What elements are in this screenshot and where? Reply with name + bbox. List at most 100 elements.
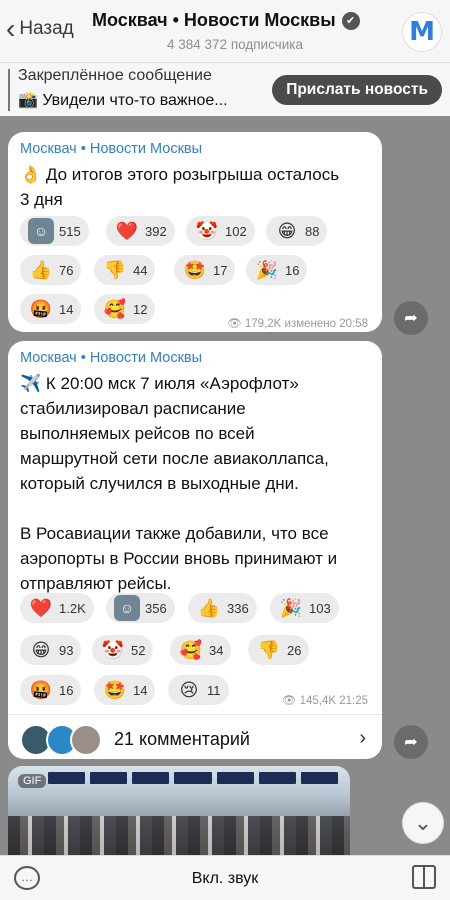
comments-label: 21 комментарий bbox=[114, 729, 250, 749]
reaction-chip[interactable]: 🤩 14 bbox=[94, 675, 156, 705]
reaction-count: 103 bbox=[309, 600, 331, 616]
user-face-icon: ☺ bbox=[114, 595, 140, 621]
departure-boards bbox=[48, 772, 338, 784]
message-text: ✈️ К 20:00 мск 7 июля «Аэрофлот» стабили… bbox=[20, 374, 338, 593]
thumbs-down-icon: 👎 bbox=[103, 259, 127, 280]
angry-face-icon: 🤬 bbox=[29, 679, 53, 700]
reaction-chip[interactable]: 👍 336 bbox=[188, 593, 257, 623]
gift-icon[interactable] bbox=[412, 865, 436, 889]
channel-title-text: Москвач • Новости Москвы bbox=[92, 10, 336, 30]
reaction-count: 44 bbox=[133, 262, 148, 278]
reaction-chip[interactable]: ❤️ 1.2K bbox=[20, 593, 94, 623]
gif-media[interactable]: GIF bbox=[8, 766, 350, 856]
pinned-message[interactable]: Закреплённое сообщение 📸 Увидели что-то … bbox=[0, 62, 450, 116]
bottom-bar: … Вкл. звук bbox=[0, 855, 450, 900]
reaction-chip[interactable]: 👍 76 bbox=[20, 255, 82, 285]
reaction-chip[interactable]: 😢 11 bbox=[168, 675, 229, 705]
chevron-down-icon: ⌄ bbox=[413, 810, 433, 835]
thumbs-up-icon: 👍 bbox=[197, 597, 221, 618]
message-text: 👌 До итогов этого розыгрыша осталось 3 д… bbox=[20, 165, 340, 209]
star-struck-icon: 🤩 bbox=[103, 679, 127, 700]
pinned-bar bbox=[8, 69, 10, 111]
send-news-button[interactable]: Прислать новость bbox=[272, 75, 442, 105]
reaction-chip[interactable]: 👎 26 bbox=[248, 635, 310, 665]
message-bubble: Москвач • Новости Москвы 👌 До итогов это… bbox=[8, 132, 382, 332]
message-meta: 👁 179,2K изменено 20:58 bbox=[227, 318, 368, 330]
party-popper-icon: 🎉 bbox=[255, 259, 279, 280]
star-struck-icon: 🤩 bbox=[183, 259, 207, 280]
message-sender[interactable]: Москвач • Новости Москвы bbox=[20, 141, 202, 157]
reaction-chip[interactable]: 🎉 103 bbox=[270, 593, 339, 623]
clown-icon: 🤡 bbox=[101, 639, 125, 660]
reaction-chip[interactable]: 🤬 16 bbox=[20, 675, 82, 705]
reaction-count: 515 bbox=[59, 223, 81, 239]
clown-icon: 🤡 bbox=[195, 220, 219, 241]
reaction-count: 93 bbox=[59, 642, 74, 658]
message-sender[interactable]: Москвач • Новости Москвы bbox=[20, 350, 202, 366]
pinned-title: Закреплённое сообщение bbox=[18, 67, 212, 84]
angry-face-icon: 🤬 bbox=[29, 298, 53, 319]
reaction-count: 392 bbox=[145, 223, 167, 239]
message-meta: 👁 145,4K 21:25 bbox=[281, 695, 368, 707]
message-bubble: Москвач • Новости Москвы ✈️ К 20:00 мск … bbox=[8, 341, 382, 759]
forward-button[interactable]: ➦ bbox=[394, 301, 428, 335]
reaction-chip[interactable]: 😁 93 bbox=[20, 635, 82, 665]
reaction-count: 76 bbox=[59, 262, 74, 278]
comments-row[interactable]: 21 комментарий › bbox=[8, 714, 382, 766]
reaction-count: 26 bbox=[287, 642, 302, 658]
heart-icon: ❤️ bbox=[115, 220, 139, 241]
reaction-count: 14 bbox=[133, 682, 148, 698]
reaction-chip[interactable]: 🥰 12 bbox=[94, 294, 156, 324]
thumbs-down-icon: 👎 bbox=[257, 639, 281, 660]
crying-face-icon: 😢 bbox=[179, 679, 199, 700]
reaction-count: 356 bbox=[145, 600, 167, 616]
subscriber-count: 4 384 372 подписчика bbox=[167, 37, 303, 52]
reaction-count: 1.2K bbox=[59, 600, 86, 616]
reaction-chip[interactable]: 😁 88 bbox=[266, 216, 328, 246]
reaction-chip[interactable]: ❤️ 392 bbox=[106, 216, 175, 246]
gif-badge: GIF bbox=[18, 774, 47, 788]
chat-header: ‹ Назад Москвач • Новости Москвы ✔ 4 384… bbox=[0, 0, 450, 62]
reaction-count: 17 bbox=[213, 262, 228, 278]
reaction-chip[interactable]: ☺ 515 bbox=[20, 216, 89, 246]
reaction-chip[interactable]: 🥰 34 bbox=[170, 635, 232, 665]
user-face-icon: ☺ bbox=[28, 218, 54, 244]
reaction-chip[interactable]: 🤬 14 bbox=[20, 294, 82, 324]
scroll-down-button[interactable]: ⌄ bbox=[402, 802, 444, 844]
channel-avatar[interactable]: M bbox=[402, 12, 442, 52]
smiling-hearts-icon: 🥰 bbox=[103, 298, 127, 319]
share-arrow-icon: ➦ bbox=[404, 734, 418, 751]
pinned-text: 📸 Увидели что-то важное... bbox=[18, 92, 228, 109]
forward-button[interactable]: ➦ bbox=[394, 725, 428, 759]
reaction-chip[interactable]: 🤡 102 bbox=[186, 216, 255, 246]
crowd bbox=[8, 816, 350, 856]
reaction-count: 16 bbox=[59, 682, 74, 698]
smiling-hearts-icon: 🥰 bbox=[179, 639, 203, 660]
reaction-count: 52 bbox=[131, 642, 146, 658]
reaction-count: 88 bbox=[305, 223, 320, 239]
reaction-count: 12 bbox=[133, 301, 148, 317]
unmute-button[interactable]: Вкл. звук bbox=[0, 870, 450, 888]
heart-icon: ❤️ bbox=[29, 597, 53, 618]
reaction-chip[interactable]: 🎉 16 bbox=[246, 255, 308, 285]
reaction-count: 16 bbox=[285, 262, 300, 278]
reaction-chip[interactable]: 🤩 17 bbox=[174, 255, 236, 285]
reaction-chip[interactable]: 🤡 52 bbox=[92, 635, 154, 665]
party-popper-icon: 🎉 bbox=[279, 597, 303, 618]
reaction-count: 11 bbox=[207, 682, 221, 698]
reaction-chip[interactable]: ☺ 356 bbox=[106, 593, 175, 623]
thumbs-up-icon: 👍 bbox=[29, 259, 53, 280]
chevron-right-icon: › bbox=[359, 727, 366, 749]
reaction-count: 14 bbox=[59, 301, 74, 317]
reaction-count: 336 bbox=[227, 600, 249, 616]
share-arrow-icon: ➦ bbox=[404, 310, 418, 327]
avatar bbox=[70, 724, 102, 756]
verified-icon: ✔ bbox=[341, 11, 360, 30]
reaction-count: 102 bbox=[225, 223, 247, 239]
grin-icon: 😁 bbox=[31, 639, 51, 660]
chevron-left-icon: ‹ bbox=[6, 13, 16, 44]
grin-icon: 😁 bbox=[277, 220, 297, 241]
reaction-chip[interactable]: 👎 44 bbox=[94, 255, 156, 285]
channel-title[interactable]: Москвач • Новости Москвы ✔ bbox=[92, 10, 360, 31]
reaction-count: 34 bbox=[209, 642, 224, 658]
